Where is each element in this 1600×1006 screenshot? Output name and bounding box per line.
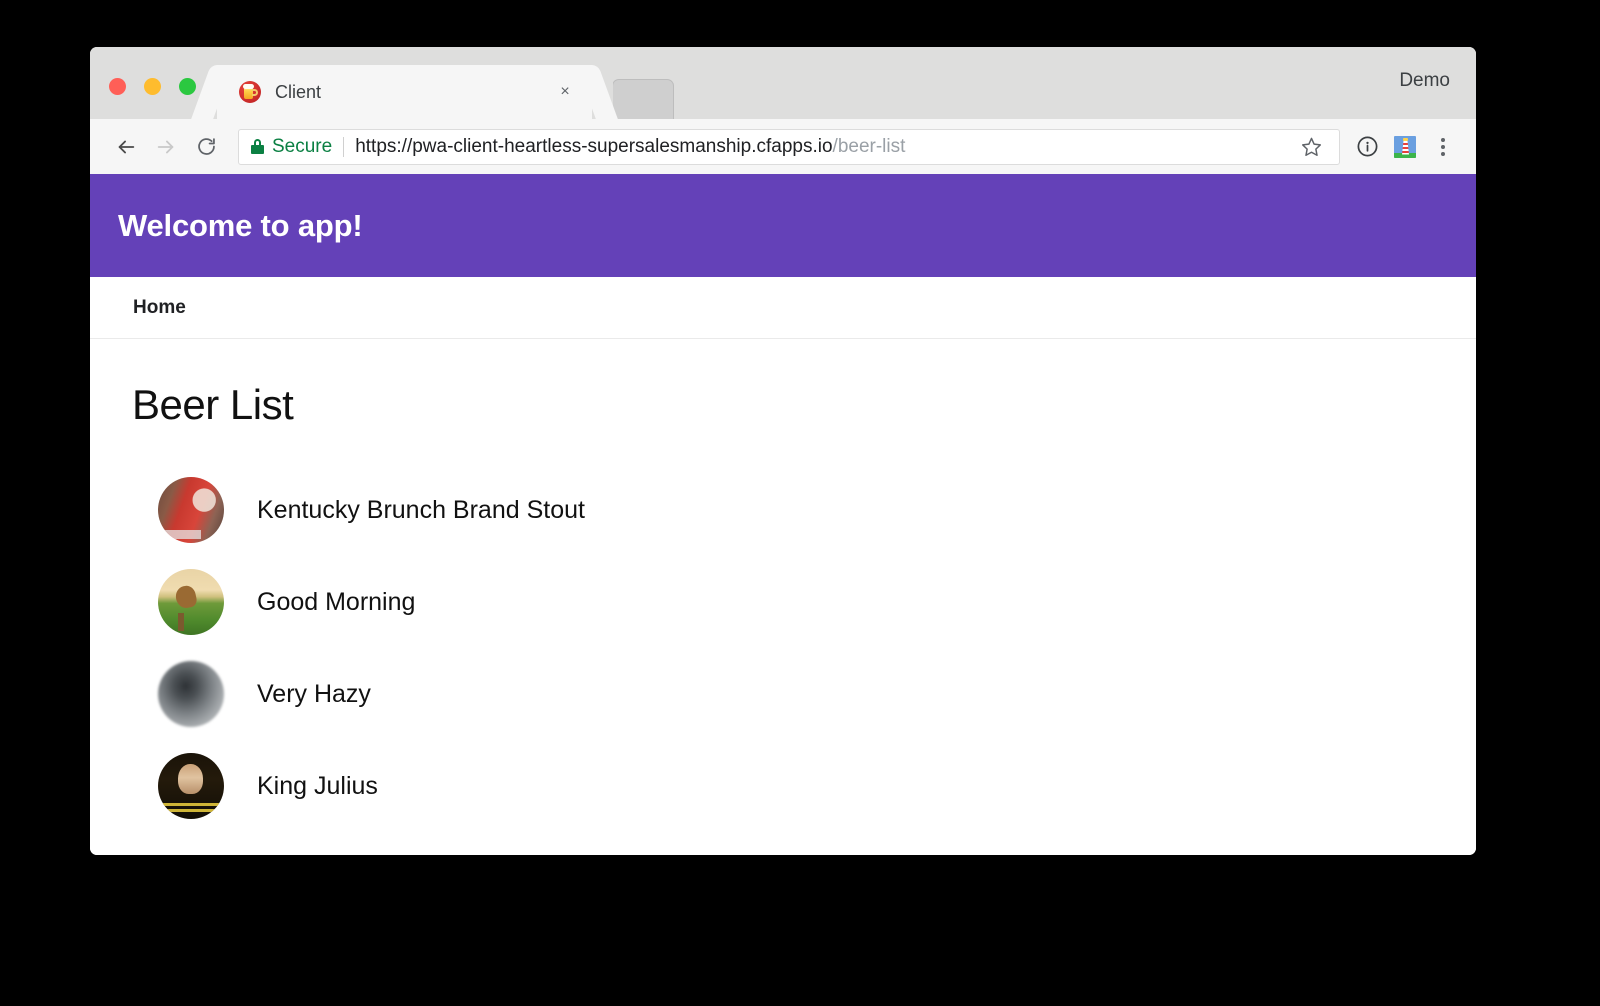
address-bar[interactable]: Secure https://pwa-client-heartless-supe…	[238, 128, 1340, 165]
star-icon[interactable]	[1295, 131, 1327, 163]
beer-name: Good Morning	[257, 587, 416, 616]
url-text: https://pwa-client-heartless-supersalesm…	[355, 136, 1289, 158]
beer-avatar	[158, 477, 224, 543]
profile-label[interactable]: Demo	[1399, 70, 1450, 92]
window-controls	[109, 78, 196, 95]
beer-avatar	[158, 569, 224, 635]
url-host: https://pwa-client-heartless-supersalesm…	[355, 135, 833, 157]
nav-link-home[interactable]: Home	[133, 297, 186, 319]
list-item[interactable]: Very Hazy	[158, 648, 1476, 740]
app-header: Welcome to app!	[90, 174, 1476, 277]
page-viewport: Welcome to app! Home Beer List Kentucky …	[90, 174, 1476, 855]
tab-strip: Client × Demo	[90, 47, 1476, 119]
tab-client[interactable]: Client ×	[217, 65, 592, 119]
lighthouse-icon[interactable]	[1386, 128, 1424, 166]
close-window-button[interactable]	[109, 78, 126, 95]
beer-name: King Julius	[257, 771, 378, 800]
beer-avatar	[158, 753, 224, 819]
list-item[interactable]: Good Morning	[158, 556, 1476, 648]
beer-mug-icon	[239, 81, 261, 103]
app-title: Welcome to app!	[118, 207, 363, 243]
maximize-window-button[interactable]	[179, 78, 196, 95]
beer-name: Very Hazy	[257, 679, 371, 708]
tab-title: Client	[275, 81, 322, 102]
beer-name: Kentucky Brunch Brand Stout	[257, 495, 585, 524]
beer-list: Kentucky Brunch Brand Stout Good Morning…	[132, 464, 1476, 832]
beer-avatar	[158, 661, 224, 727]
tab-inactive[interactable]	[591, 65, 674, 119]
omnibox-divider	[343, 136, 345, 157]
url-path: /beer-list	[832, 135, 906, 157]
browser-toolbar: Secure https://pwa-client-heartless-supe…	[90, 119, 1476, 174]
list-item[interactable]: Kentucky Brunch Brand Stout	[158, 464, 1476, 556]
list-item[interactable]: King Julius	[158, 740, 1476, 832]
three-dot-menu-icon[interactable]	[1424, 128, 1462, 166]
page-content: Beer List Kentucky Brunch Brand Stout Go…	[90, 339, 1476, 855]
page-title: Beer List	[132, 381, 294, 428]
app-nav: Home	[90, 277, 1476, 339]
info-circle-icon[interactable]	[1348, 128, 1386, 166]
close-icon[interactable]: ×	[552, 79, 578, 105]
browser-window: Client × Demo Secure https://pwa-client-…	[90, 47, 1476, 855]
lock-icon	[251, 139, 264, 154]
security-status-label: Secure	[272, 135, 333, 157]
minimize-window-button[interactable]	[144, 78, 161, 95]
arrow-left-icon[interactable]	[106, 127, 146, 167]
arrow-right-icon	[146, 127, 186, 167]
reload-icon[interactable]	[186, 127, 226, 167]
